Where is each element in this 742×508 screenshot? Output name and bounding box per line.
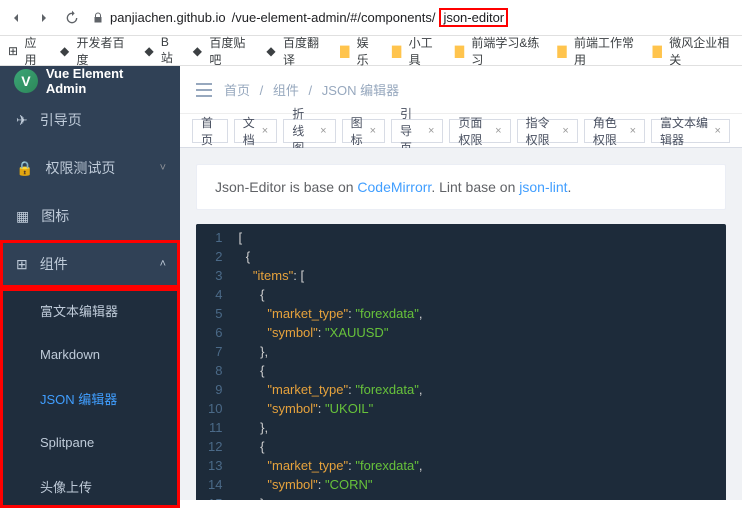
json-editor[interactable]: 12345678910111213141516171819 [ { "items… [196,224,726,500]
tabs-bar: 首页文档×折线图× 图标×引导页×页面权限× 指令权限×角色权限×富文本编辑器× [180,114,742,148]
close-icon[interactable]: × [715,125,721,137]
sidebar-submenu: 富文本编辑器MarkdownJSON 编辑器Splitpane头像上传 [0,288,180,508]
url-host: panjiachen.github.io [110,10,226,25]
editor-code[interactable]: [ { "items": [ { "market_type": "forexda… [230,224,430,500]
url-path: /vue-element-admin/#/components/ [232,10,436,25]
forward-icon[interactable] [36,10,52,26]
sidebar-item-label: 权限测试页 [45,158,115,178]
breadcrumb: 首页 / 组件 / JSON 编辑器 [224,80,399,99]
bookmark-百度翻译[interactable]: ◆百度翻译 [266,34,326,68]
tab-8[interactable]: 富文本编辑器× [651,119,730,143]
submenu-item-3[interactable]: Splitpane [0,420,180,464]
sidebar-item-label: 图标 [41,206,69,226]
breadcrumb-group[interactable]: 组件 [273,83,299,98]
folder-icon: ▇ [653,44,666,58]
hamburger-icon[interactable] [196,83,212,97]
breadcrumb-current: JSON 编辑器 [322,83,399,98]
tab-6[interactable]: 指令权限× [517,119,578,143]
close-icon[interactable]: × [370,125,376,137]
sidebar-item-2[interactable]: ▦ 图标 [0,192,180,240]
link-codemirror[interactable]: CodeMirrorr [357,179,431,195]
close-icon[interactable]: × [320,125,326,137]
bookmark-B站[interactable]: ◆B站 [144,35,178,66]
tab-2[interactable]: 折线图× [283,119,335,143]
tab-5[interactable]: 页面权限× [449,119,510,143]
close-icon[interactable]: × [428,125,434,137]
close-icon[interactable]: × [630,125,636,137]
sidebar-logo[interactable]: V Vue Element Admin [0,66,180,96]
fanyi-icon: ◆ [266,44,279,58]
logo-icon: V [14,69,38,93]
sidebar-item-label: 引导页 [40,110,82,130]
tab-1[interactable]: 文档× [234,119,277,143]
submenu-item-2[interactable]: JSON 编辑器 [0,376,180,420]
close-icon[interactable]: × [495,125,501,137]
tab-4[interactable]: 引导页× [391,119,443,143]
submenu-item-1[interactable]: Markdown [0,332,180,376]
tab-3[interactable]: 图标× [342,119,385,143]
bookmark-小工具[interactable]: ▇小工具 [392,34,441,68]
bookmark-前端学习&练习[interactable]: ▇前端学习&练习 [455,34,544,68]
bookmark-百度贴吧[interactable]: ◆百度贴吧 [193,34,253,68]
chevron-up-icon: ˄ [160,258,166,270]
close-icon[interactable]: × [562,125,568,137]
bookmarks-bar: ⊞应用 ◆开发者百度 ◆B站 ◆百度贴吧 ◆百度翻译 ▇娱乐 ▇小工具 ▇前端学习&练习 ▇前端… [0,36,742,66]
tab-0[interactable]: 首页 [192,119,228,143]
sidebar-item-3[interactable]: ⊞ 组件 ˄ [0,240,180,288]
baidu-icon: ◆ [60,44,73,58]
tab-7[interactable]: 角色权限× [584,119,645,143]
main-area: 首页 / 组件 / JSON 编辑器 首页文档×折线图×图标×引导页×页面权限×… [180,66,742,500]
app-title: Vue Element Admin [46,66,166,96]
folder-icon: ▇ [340,44,353,58]
submenu-item-0[interactable]: 富文本编辑器 [0,288,180,332]
address-bar[interactable]: panjiachen.github.io/vue-element-admin/#… [92,10,734,25]
editor-gutter: 12345678910111213141516171819 [196,224,230,500]
sidebar-item-0[interactable]: ✈ 引导页 [0,96,180,144]
grid4-icon: ⊞ [16,256,28,273]
bookmark-开发者百度[interactable]: ◆开发者百度 [60,34,130,68]
breadcrumb-row: 首页 / 组件 / JSON 编辑器 [180,66,742,114]
info-note: Json-Editor is base on CodeMirrorr. Lint… [196,164,726,210]
bookmark-娱乐[interactable]: ▇娱乐 [340,34,378,68]
lock-icon [92,12,104,24]
submenu-item-4[interactable]: 头像上传 [0,464,180,508]
grid-icon: ⊞ [8,44,21,58]
lock-icon: 🔒 [16,160,33,177]
url-highlight: json-editor [441,10,506,25]
bookmark-应用[interactable]: ⊞应用 [8,34,46,68]
bookmark-前端工作常用[interactable]: ▇前端工作常用 [557,34,638,68]
folder-icon: ▇ [455,44,468,58]
sidebar: V Vue Element Admin ✈ 引导页 🔒 权限测试页 ˅ ▦ 图标 ⊞ 组件 ˄ 富… [0,66,180,500]
reload-icon[interactable] [64,10,80,26]
browser-toolbar: panjiachen.github.io/vue-element-admin/#… [0,0,742,36]
paper-plane-icon: ✈ [16,112,28,129]
tieba-icon: ◆ [193,44,206,58]
bookmark-微风企业相关[interactable]: ▇微风企业相关 [653,34,734,68]
sidebar-item-label: 组件 [40,254,68,274]
breadcrumb-home[interactable]: 首页 [224,83,250,98]
bili-icon: ◆ [144,44,156,58]
back-icon[interactable] [8,10,24,26]
chevron-down-icon: ˅ [160,162,166,174]
icons-icon: ▦ [16,208,29,225]
folder-icon: ▇ [392,44,405,58]
link-jsonlint[interactable]: json-lint [519,179,567,195]
content: Json-Editor is base on CodeMirrorr. Lint… [180,148,742,500]
folder-icon: ▇ [557,44,570,58]
sidebar-item-1[interactable]: 🔒 权限测试页 ˅ [0,144,180,192]
close-icon[interactable]: × [262,125,268,137]
